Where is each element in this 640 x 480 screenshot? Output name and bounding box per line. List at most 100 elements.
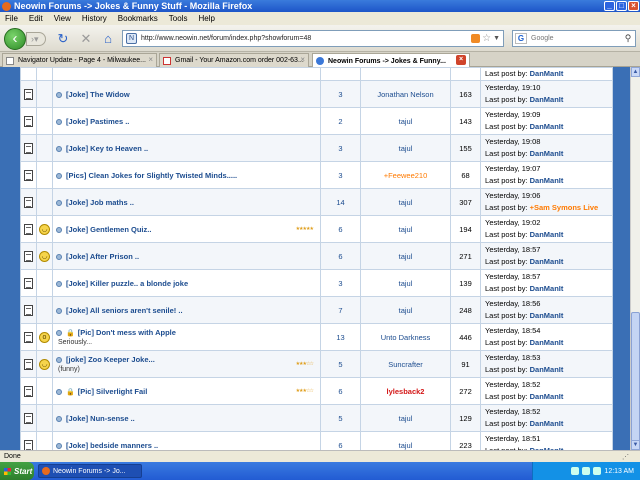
back-button[interactable]: ‹ [4, 28, 26, 50]
replies-count[interactable]: 14 [320, 188, 361, 216]
last-poster-link[interactable]: DanManIt [530, 69, 564, 78]
taskbar-window-button[interactable]: Neowin Forums -> Jo... [38, 464, 142, 478]
go-to-new-icon[interactable] [56, 118, 62, 125]
replies-count[interactable]: 6 [320, 215, 361, 243]
topic-starter-link[interactable]: Suncrafter [360, 350, 451, 378]
go-to-new-icon[interactable] [56, 226, 62, 233]
topic-starter-link[interactable]: tajul [360, 404, 451, 432]
url-dropdown-icon[interactable]: ▼ [493, 35, 500, 42]
menu-bookmarks[interactable]: Bookmarks [118, 14, 158, 23]
tab-close-icon[interactable]: × [300, 55, 305, 64]
topic-starter-link[interactable]: tajul [360, 134, 451, 162]
last-post-date[interactable]: Yesterday, 18:57 [485, 271, 612, 283]
replies-count[interactable]: 3 [320, 161, 361, 189]
topic-title-link[interactable]: [Joke] The Widow [66, 90, 130, 99]
tray-icon[interactable] [593, 467, 602, 475]
last-post-date[interactable]: Yesterday, 18:56 [485, 298, 612, 310]
topic-starter-link[interactable]: tajul [360, 296, 451, 324]
topic-starter-link[interactable]: tajul [360, 269, 451, 297]
last-post-date[interactable]: Yesterday, 19:08 [485, 136, 612, 148]
last-post-date[interactable]: Yesterday, 18:54 [485, 325, 612, 337]
topic-starter-link[interactable]: tajul [360, 188, 451, 216]
google-icon[interactable]: G [515, 33, 527, 44]
replies-count[interactable]: 7 [320, 296, 361, 324]
last-post-date[interactable]: Yesterday, 18:52 [485, 406, 612, 418]
topic-title-link[interactable]: [Pic] Don't mess with Apple [78, 328, 176, 337]
search-input[interactable]: Google [531, 35, 621, 42]
topic-title-link[interactable]: [Pic] Silverlight Fail [78, 387, 148, 396]
last-poster-link[interactable]: DanManIt [530, 122, 564, 131]
last-poster-link[interactable]: DanManIt [530, 230, 564, 239]
go-to-new-icon[interactable] [56, 388, 62, 395]
go-to-new-icon[interactable] [56, 415, 62, 422]
tab-gmail[interactable]: Gmail - Your Amazon.com order 002-63... … [159, 53, 309, 67]
url-text[interactable]: http://www.neowin.net/forum/index.php?sh… [141, 35, 471, 42]
rss-icon[interactable] [471, 34, 481, 43]
resize-grip-icon[interactable]: ⋰ [622, 453, 640, 461]
topic-title-link[interactable]: [Pics] Clean Jokes for Slightly Twisted … [66, 171, 237, 180]
topic-starter-link[interactable]: +Feewee210 [360, 161, 451, 189]
tab-navigator-update[interactable]: Navigator Update - Page 4 - Milwaukee...… [2, 53, 157, 67]
menu-help[interactable]: Help [198, 14, 214, 23]
replies-count[interactable]: 5 [320, 350, 361, 378]
scroll-down-icon[interactable]: ▼ [631, 440, 640, 450]
topic-starter-link[interactable]: Jonathan Nelson [360, 80, 451, 108]
last-post-date[interactable]: Yesterday, 19:06 [485, 190, 612, 202]
replies-count[interactable]: 3 [320, 134, 361, 162]
start-button[interactable]: Start [0, 462, 34, 480]
replies-count[interactable]: 6 [320, 431, 361, 450]
topic-starter-link[interactable]: tajul [360, 242, 451, 270]
last-poster-link[interactable]: DanManIt [530, 257, 564, 266]
last-poster-link[interactable]: DanManIt [530, 392, 564, 401]
last-poster-link[interactable]: DanManIt [530, 284, 564, 293]
go-to-new-icon[interactable] [56, 280, 62, 287]
maximize-button[interactable]: □ [616, 1, 627, 11]
replies-count[interactable]: 3 [320, 269, 361, 297]
tab-close-icon[interactable]: × [148, 55, 153, 64]
minimize-button[interactable]: _ [604, 1, 615, 11]
topic-starter-link[interactable]: tajul [360, 107, 451, 135]
tab-close-icon[interactable]: × [456, 55, 466, 65]
topic-title-link[interactable]: [Joke] Gentlemen Quiz.. [66, 225, 151, 234]
topic-title-link[interactable]: [Joke] Key to Heaven .. [66, 144, 148, 153]
vertical-scrollbar[interactable]: ▲ ▼ [630, 67, 640, 462]
go-to-new-icon[interactable] [56, 253, 62, 260]
menu-history[interactable]: History [82, 14, 107, 23]
home-icon[interactable]: ⌂ [100, 31, 116, 47]
topic-starter-link[interactable]: tajul [360, 431, 451, 450]
tray-icon[interactable] [582, 467, 591, 475]
go-to-new-icon[interactable] [56, 199, 62, 206]
go-to-new-icon[interactable] [56, 357, 62, 364]
menu-edit[interactable]: Edit [29, 14, 43, 23]
last-post-date[interactable]: Yesterday, 19:09 [485, 109, 612, 121]
last-post-date[interactable]: Yesterday, 19:02 [485, 217, 612, 229]
go-to-new-icon[interactable] [56, 442, 62, 449]
tray-icon[interactable] [571, 467, 580, 475]
menu-tools[interactable]: Tools [169, 14, 188, 23]
last-poster-link[interactable]: DanManIt [530, 338, 564, 347]
topic-title-link[interactable]: [Joke] Nun-sense .. [66, 414, 135, 423]
replies-count[interactable]: 2 [320, 107, 361, 135]
stop-icon[interactable]: ✕ [78, 31, 94, 47]
topic-title-link[interactable]: [Joke] Killer puzzle.. a blonde joke [66, 279, 188, 288]
go-to-new-icon[interactable] [56, 307, 62, 314]
last-poster-link[interactable]: DanManIt [530, 419, 564, 428]
url-bar[interactable]: N http://www.neowin.net/forum/index.php?… [122, 30, 504, 47]
last-post-date[interactable]: Yesterday, 18:53 [485, 352, 612, 364]
bookmark-star-icon[interactable]: ☆ [482, 33, 491, 44]
last-poster-link[interactable]: +Sam Symons Live [530, 203, 599, 212]
last-poster-link[interactable]: DanManIt [530, 176, 564, 185]
topic-title-link[interactable]: [Joke] After Prison .. [66, 252, 139, 261]
topic-title-link[interactable]: [joke] Zoo Keeper Joke... [66, 355, 155, 364]
scroll-up-icon[interactable]: ▲ [631, 67, 640, 77]
last-post-date[interactable]: Yesterday, 19:07 [485, 163, 612, 175]
topic-starter-link[interactable]: Unto Darkness [360, 323, 451, 351]
search-box[interactable]: G Google ⚲ [512, 30, 636, 47]
last-post-date[interactable]: Yesterday, 19:10 [485, 82, 612, 94]
forward-button[interactable]: ›▾ [26, 32, 46, 46]
last-post-date[interactable]: Yesterday, 18:52 [485, 379, 612, 391]
topic-title-link[interactable]: [Joke] Job maths .. [66, 198, 134, 207]
last-post-date[interactable]: Yesterday, 18:51 [485, 433, 612, 445]
reload-icon[interactable]: ↻ [55, 31, 71, 47]
replies-count[interactable]: 5 [320, 404, 361, 432]
